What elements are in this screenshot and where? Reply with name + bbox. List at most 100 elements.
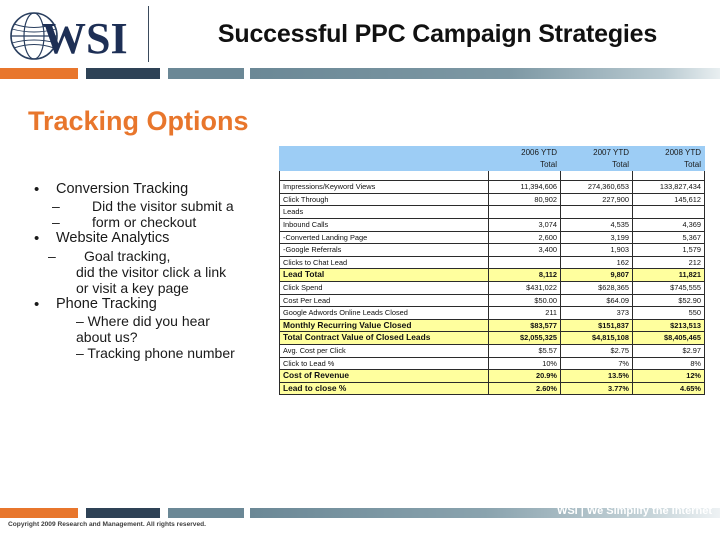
table-header-row: 2006 YTD Total 2007 YTD Total 2008 YTD T… bbox=[279, 145, 705, 172]
table-cell-2007: 1,903 bbox=[560, 243, 633, 257]
table-cell-2007: 9,807 bbox=[560, 268, 633, 282]
table-cell-label: Total Contract Value of Closed Leads bbox=[279, 331, 489, 345]
bullet-item: – Tracking phone number bbox=[26, 346, 278, 361]
bullet-label: Did the visitor submit a bbox=[92, 198, 234, 215]
table-cell-2008: $745,555 bbox=[632, 280, 705, 295]
table-cell-2006: 2,600 bbox=[488, 230, 561, 245]
bullet-label: or visit a key page bbox=[76, 279, 189, 296]
rule-segment-gradient bbox=[250, 68, 720, 79]
table-header-2007: 2007 YTD Total bbox=[560, 145, 633, 172]
bullet-label: Phone Tracking bbox=[56, 295, 157, 312]
header-2007-line1: 2007 YTD bbox=[593, 148, 629, 157]
table-row: Cost Per Lead $50.00 $64.09 $52.90 bbox=[279, 293, 705, 308]
rule-segment-navy bbox=[86, 68, 160, 79]
table-cell-label: Cost of Revenue bbox=[279, 369, 489, 383]
metrics-table: 2006 YTD Total 2007 YTD Total 2008 YTD T… bbox=[279, 145, 705, 396]
table-cell-2007: $64.09 bbox=[560, 293, 633, 308]
table-row: Monthly Recurring Value Closed $83,577 $15… bbox=[279, 318, 705, 333]
table-row: -Google Referrals 3,400 1,903 1,579 bbox=[279, 243, 705, 257]
table-cell-2006: 10% bbox=[488, 356, 561, 371]
rule-segment-steel bbox=[168, 68, 244, 79]
table-cell-2007: 13.5% bbox=[560, 369, 633, 383]
table-row: Google Adwords Online Leads Closed 211 373… bbox=[279, 306, 705, 320]
bullet-label: – Tracking phone number bbox=[76, 345, 235, 362]
header-2007-line2: Total bbox=[612, 159, 629, 169]
table-cell-label: Inbound Calls bbox=[279, 217, 489, 232]
spacer-cell bbox=[279, 170, 489, 182]
table-cell-label: Clicks to Chat Lead bbox=[279, 255, 489, 270]
bullet-item: • Website Analytics bbox=[26, 231, 278, 247]
rule-segment-orange bbox=[0, 68, 78, 79]
page-title: Successful PPC Campaign Strategies bbox=[217, 20, 658, 48]
bullet-item: • Conversion Tracking bbox=[26, 181, 278, 198]
table-cell-2007 bbox=[560, 205, 633, 219]
table-row: Cost of Revenue 20.9% 13.5% 12% bbox=[279, 369, 705, 383]
bullet-label: about us? bbox=[76, 329, 138, 346]
table-cell-label: Click to Lead % bbox=[279, 356, 489, 371]
spacer-cell bbox=[488, 170, 561, 182]
table-row: Lead Total 8,112 9,807 11,821 bbox=[279, 268, 705, 282]
header-2008-line2: Total bbox=[684, 159, 701, 169]
table-cell-2006: $5.57 bbox=[488, 343, 561, 358]
wsi-logo-wordmark: WSI bbox=[42, 14, 128, 63]
table-row: Click Spend $431,022 $628,365 $745,555 bbox=[279, 280, 705, 295]
tagline-text: WSI | We Simplify the Internet bbox=[556, 505, 712, 517]
bullet-item: or visit a key page bbox=[26, 279, 278, 296]
table-cell-2008: $52.90 bbox=[632, 293, 705, 308]
table-cell-2008: 5,367 bbox=[632, 230, 705, 245]
table-cell-2007: 3,199 bbox=[560, 230, 633, 245]
footer-segment-navy bbox=[86, 508, 160, 518]
table-cell-label: Click Spend bbox=[279, 280, 489, 295]
table-cell-2008: 133,827,434 bbox=[632, 180, 705, 194]
table-cell-label: Click Through bbox=[279, 192, 489, 207]
bullet-label: – Where did you hear bbox=[76, 313, 210, 330]
table-cell-2006: $2,055,325 bbox=[488, 331, 561, 345]
table-header-corner bbox=[279, 145, 489, 172]
slide-header: WSI Successful PPC Campaign Strategies bbox=[0, 0, 720, 68]
table-cell-2008 bbox=[632, 205, 705, 219]
table-cell-2006: 3,074 bbox=[488, 217, 561, 232]
bullet-item: – form or checkout bbox=[26, 215, 278, 230]
table-cell-2007: 162 bbox=[560, 255, 633, 270]
bullet-marker: • bbox=[34, 295, 40, 313]
table-cell-2006: $83,577 bbox=[488, 318, 561, 333]
table-cell-2006: $50.00 bbox=[488, 293, 561, 308]
table-row: Lead to close % 2.60% 3.77% 4.65% bbox=[279, 381, 705, 396]
table-cell-2008: 212 bbox=[632, 255, 705, 270]
table-cell-2006: 80,902 bbox=[488, 192, 561, 207]
table-row: Impressions/Keyword Views 11,394,606 274,3… bbox=[279, 180, 705, 194]
metrics-table-body: Impressions/Keyword Views 11,394,606 274,3… bbox=[279, 180, 705, 396]
section-title: Tracking Options bbox=[28, 106, 249, 136]
table-cell-label: Cost Per Lead bbox=[279, 293, 489, 308]
table-cell-2007: $628,365 bbox=[560, 280, 633, 295]
table-row: Leads bbox=[279, 205, 705, 219]
table-cell-2008: 4.65% bbox=[632, 381, 705, 396]
table-cell-2007: 7% bbox=[560, 356, 633, 371]
footer-segment-steel bbox=[168, 508, 244, 518]
table-row: Inbound Calls 3,074 4,535 4,369 bbox=[279, 217, 705, 232]
wsi-logo: WSI bbox=[8, 8, 148, 64]
table-row: -Converted Landing Page 2,600 3,199 5,367 bbox=[279, 230, 705, 245]
table-cell-2008: 145,612 bbox=[632, 192, 705, 207]
footer-segment-orange bbox=[0, 508, 78, 518]
table-cell-2008: 8% bbox=[632, 356, 705, 371]
table-cell-2008: 11,821 bbox=[632, 268, 705, 282]
table-cell-2007: $151,837 bbox=[560, 318, 633, 333]
bullet-marker: • bbox=[34, 181, 40, 198]
bullet-label: Goal tracking, bbox=[84, 247, 171, 264]
logo-divider bbox=[148, 6, 149, 62]
copyright-text: Copyright 2009 Research and Management. … bbox=[8, 521, 206, 528]
table-cell-2007: 373 bbox=[560, 306, 633, 320]
bullet-item: – Did the visitor submit a bbox=[26, 199, 278, 214]
table-cell-2008: $8,405,465 bbox=[632, 331, 705, 345]
bullet-item: – Goal tracking, bbox=[26, 247, 278, 264]
bullet-item: • Phone Tracking bbox=[26, 295, 278, 313]
table-cell-2006: 3,400 bbox=[488, 243, 561, 257]
table-cell-2006: 211 bbox=[488, 306, 561, 320]
bullet-marker: • bbox=[34, 230, 40, 248]
header-2008-line1: 2008 YTD bbox=[665, 148, 701, 157]
table-cell-2008: 550 bbox=[632, 306, 705, 320]
bullet-marker: – bbox=[52, 214, 60, 231]
header-2006-line2: Total bbox=[540, 159, 557, 169]
table-cell-2007: $2.75 bbox=[560, 343, 633, 358]
